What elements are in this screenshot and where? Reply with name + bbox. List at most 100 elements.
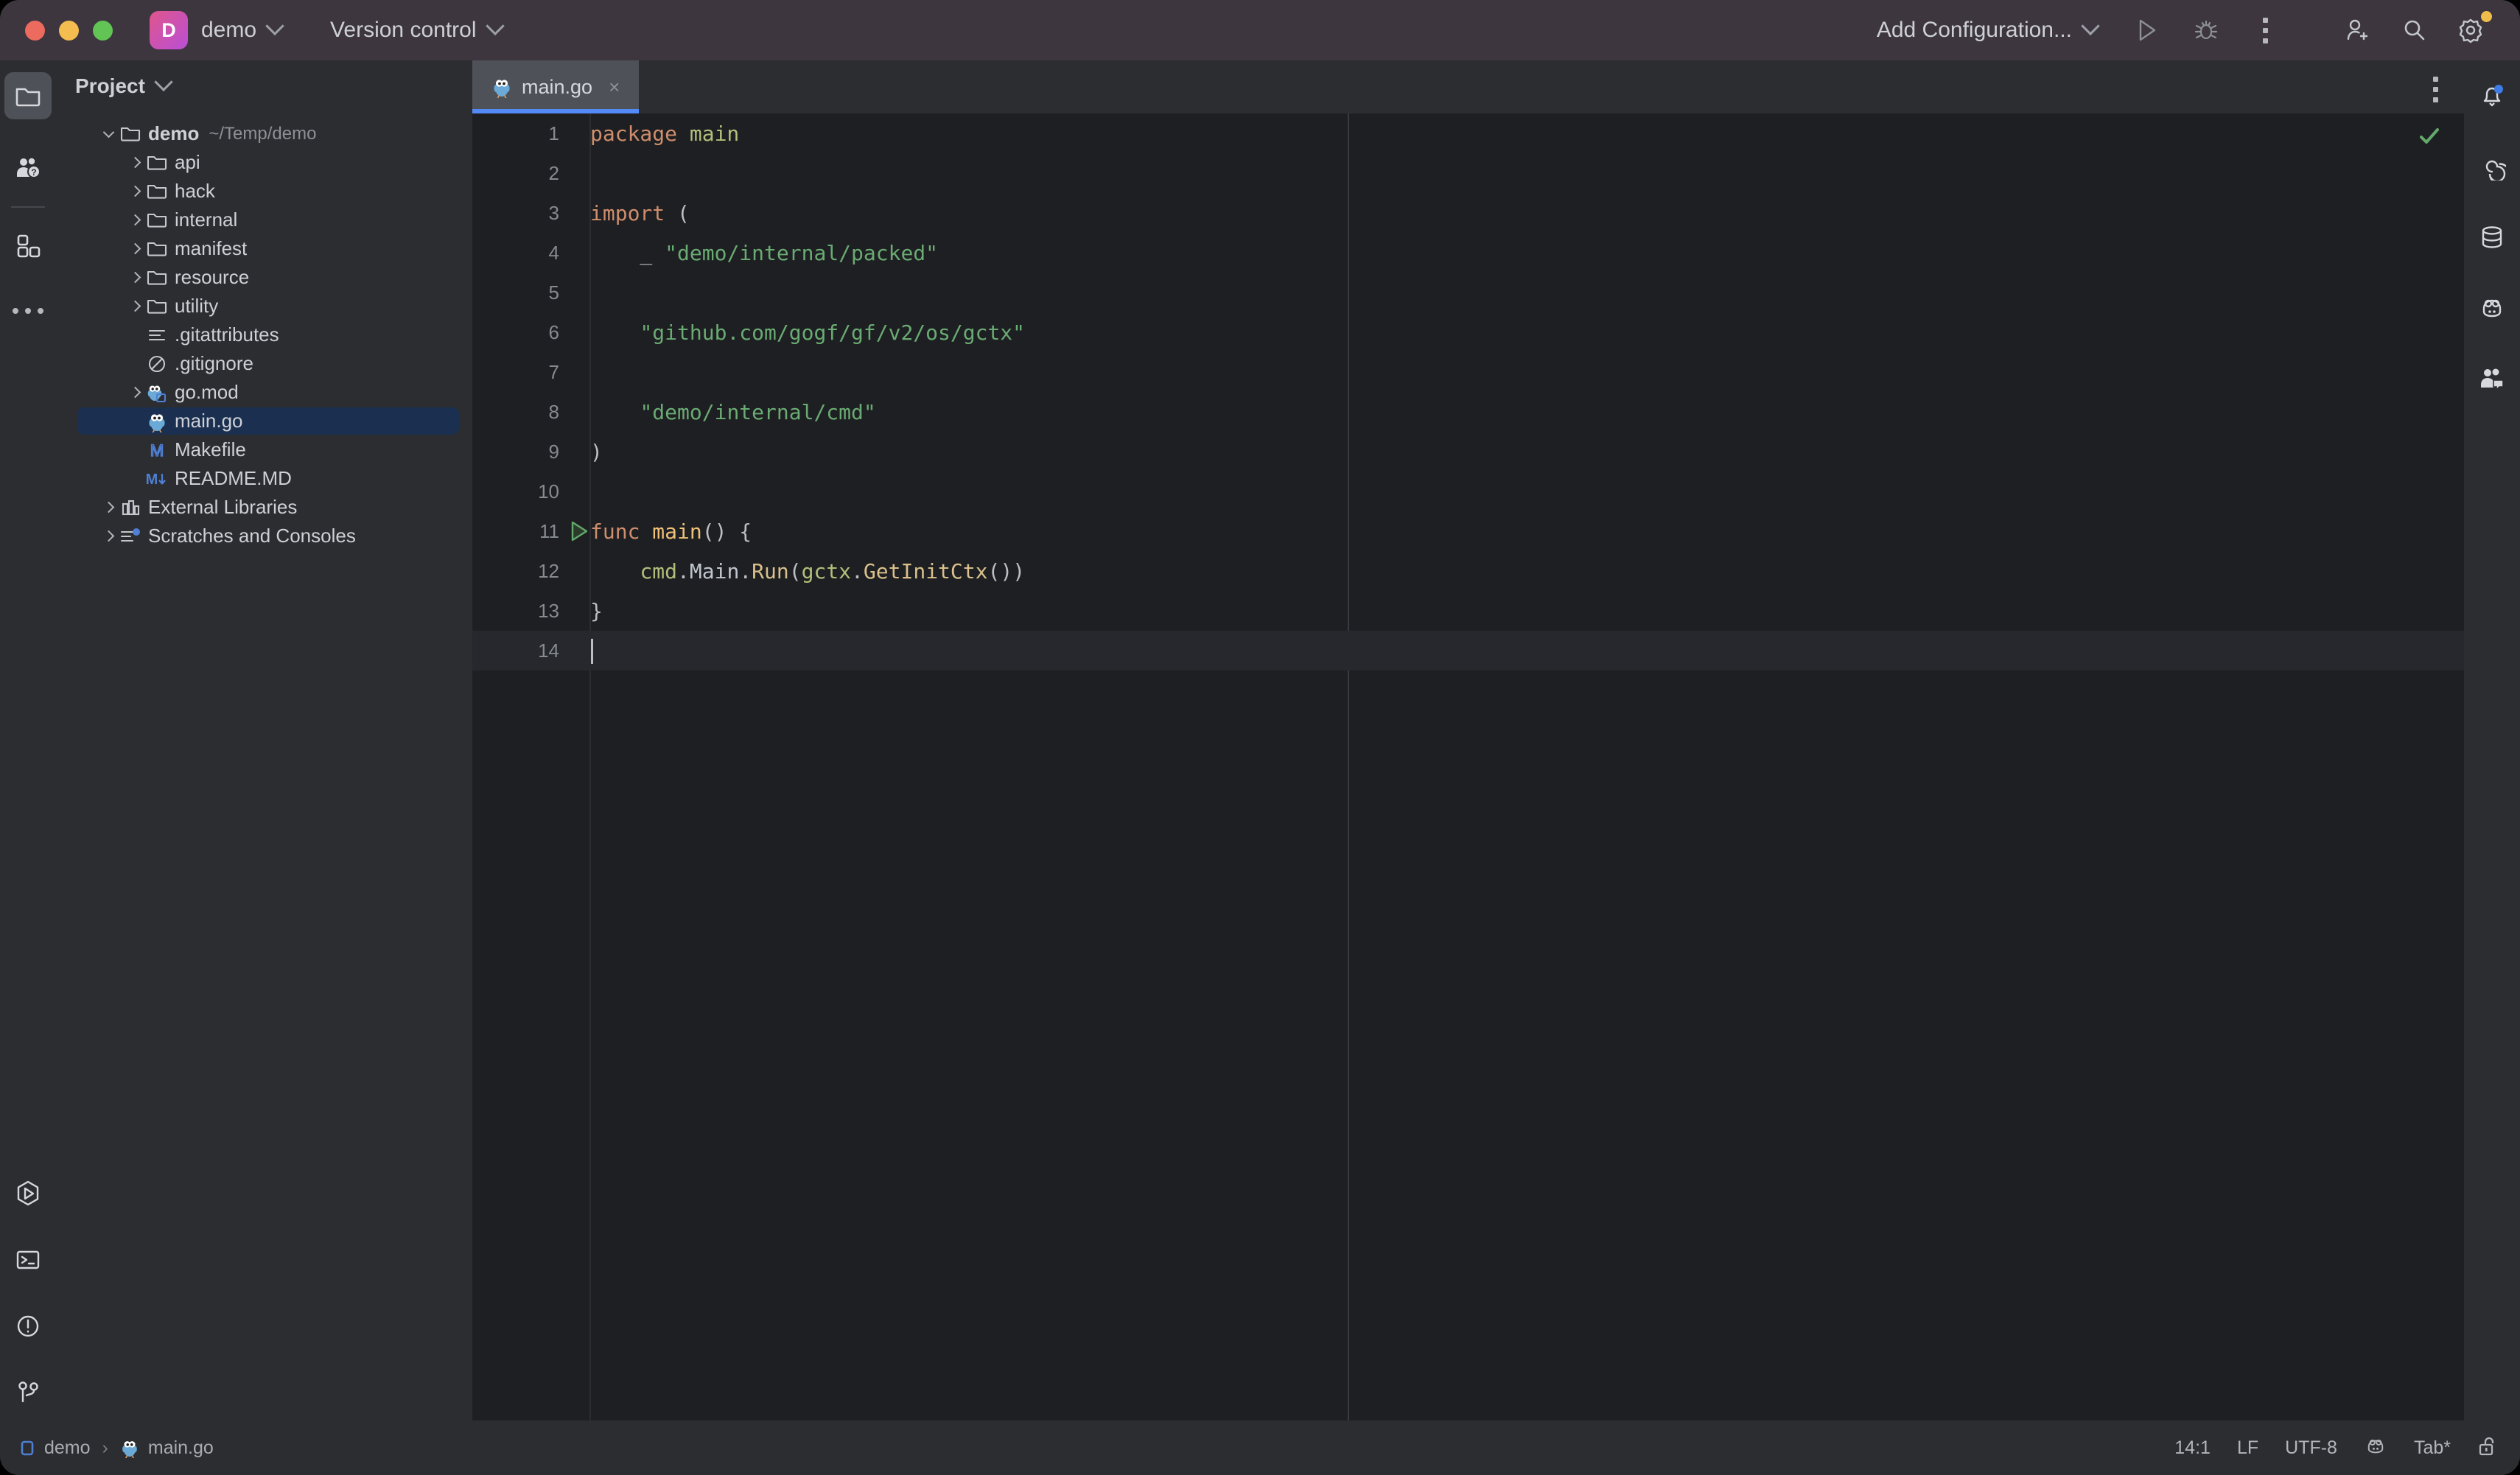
tree-node-resource[interactable]: resource [56, 263, 472, 292]
code-line[interactable]: 4 _ "demo/internal/packed" [472, 233, 2464, 273]
tree-node-go-mod[interactable]: go.mod [56, 378, 472, 407]
code-line[interactable]: 14 [472, 631, 2464, 670]
sidebar-item-ai-assistant[interactable]: ? [0, 140, 56, 196]
line-number: 9 [548, 440, 559, 463]
chevron-right-icon[interactable] [99, 527, 118, 546]
line-number: 1 [548, 122, 559, 144]
chevron-right-icon[interactable] [125, 211, 144, 230]
go-mod-icon [147, 385, 167, 402]
code-line[interactable]: 10 [472, 472, 2464, 511]
git-branch-icon [18, 1381, 38, 1403]
maximize-window-button[interactable] [93, 20, 113, 41]
line-number: 7 [548, 360, 559, 383]
tree-node-makefile[interactable]: M Makefile [56, 435, 472, 464]
code-line[interactable]: 7 [472, 352, 2464, 392]
project-tree[interactable]: demo ~/Temp/demo api hack internal manifest re… [56, 112, 472, 550]
gutter-run-icon[interactable] [568, 519, 590, 548]
search-everywhere-button[interactable] [2390, 7, 2437, 54]
settings-button[interactable] [2448, 7, 2495, 54]
add-account-button[interactable] [2333, 7, 2380, 54]
debug-button[interactable] [2183, 7, 2230, 54]
code-line[interactable]: 2 [472, 153, 2464, 193]
run-button[interactable] [2124, 7, 2171, 54]
chevron-down-icon [265, 16, 284, 36]
sidebar-item-version-control[interactable] [0, 1364, 56, 1420]
breadcrumb-item-0[interactable]: demo [44, 1437, 91, 1459]
sidebar-item-more[interactable] [0, 283, 56, 339]
tree-node-readme-md[interactable]: M README.MD [56, 464, 472, 493]
caret-position[interactable]: 14:1 [2174, 1437, 2211, 1459]
code-editor[interactable]: 1 package main 2 3 import (4 _ "demo/interna… [472, 113, 2464, 1420]
code-lines[interactable]: 1 package main 2 3 import (4 _ "demo/interna… [472, 113, 2464, 1420]
tree-node-external-libraries[interactable]: External Libraries [56, 493, 472, 522]
code-line[interactable]: 1 package main [472, 113, 2464, 153]
tree-node-scratches-and-consoles[interactable]: Scratches and Consoles [56, 522, 472, 550]
svg-text:M: M [146, 472, 158, 488]
chevron-down-icon[interactable] [99, 125, 118, 144]
sidebar-item-problems[interactable] [0, 1298, 56, 1354]
tab-main-go[interactable]: main.go × [472, 60, 640, 113]
breadcrumb-item-1[interactable]: main.go [148, 1437, 214, 1459]
code-line[interactable]: 8 "demo/internal/cmd" [472, 392, 2464, 432]
tree-node-icon: M [144, 439, 169, 461]
code-line[interactable]: 12 cmd.Main.Run(gctx.GetInitCtx()) [472, 551, 2464, 591]
folder-icon [15, 88, 41, 107]
sidebar-item-project[interactable] [0, 68, 56, 124]
more-vertical-icon [2262, 17, 2268, 43]
tree-node-label: go.mod [175, 381, 239, 403]
editor-tab-options-button[interactable] [2433, 77, 2438, 102]
sidebar-item-code-with-me[interactable] [2464, 351, 2520, 407]
sidebar-item-database[interactable] [2464, 209, 2520, 265]
sidebar-item-ai-chat[interactable] [2464, 139, 2520, 195]
breadcrumb[interactable]: demo › main.go [19, 1437, 214, 1459]
tree-node--gitattributes[interactable]: .gitattributes [56, 320, 472, 349]
minimize-window-button[interactable] [59, 20, 79, 41]
chevron-right-icon[interactable] [125, 297, 144, 316]
tree-node-demo[interactable]: demo ~/Temp/demo [56, 119, 472, 148]
tree-node-internal[interactable]: internal [56, 206, 472, 234]
sidebar-item-notifications[interactable] [2464, 68, 2520, 124]
run-configuration-selector[interactable]: Add Configuration... [1863, 16, 2100, 43]
sidebar-item-terminal[interactable] [0, 1232, 56, 1288]
line-separator[interactable]: LF [2237, 1437, 2258, 1459]
go-sdk-widget[interactable] [2364, 1435, 2387, 1461]
tab-close-button[interactable]: × [609, 77, 620, 97]
more-actions-button[interactable] [2241, 7, 2289, 54]
tree-node-icon [144, 353, 169, 375]
tree-node--gitignore[interactable]: .gitignore [56, 349, 472, 378]
sidebar-item-go[interactable] [2464, 280, 2520, 336]
indent-setting[interactable]: Tab* [2414, 1437, 2451, 1459]
project-panel-header[interactable]: Project [56, 60, 472, 112]
tree-node-hack[interactable]: hack [56, 177, 472, 206]
sidebar-item-plugins[interactable] [0, 218, 56, 274]
project-badge[interactable]: D [150, 11, 188, 49]
chevron-right-icon[interactable] [125, 383, 144, 402]
gopher-icon [2367, 1439, 2384, 1453]
tree-node-main-go[interactable]: main.go [56, 407, 472, 435]
close-window-button[interactable] [25, 20, 45, 41]
code-line[interactable]: 5 [472, 273, 2464, 312]
window-controls[interactable] [25, 20, 113, 41]
chevron-right-icon[interactable] [125, 182, 144, 201]
chevron-right-icon[interactable] [99, 498, 118, 517]
sidebar-item-run[interactable] [0, 1166, 56, 1222]
line-number: 5 [548, 281, 559, 304]
chevron-right-icon[interactable] [125, 268, 144, 287]
chevron-right-icon[interactable] [125, 153, 144, 172]
tree-node-api[interactable]: api [56, 148, 472, 177]
version-control-widget[interactable]: Version control [317, 16, 505, 43]
people-chat-icon [2481, 368, 2504, 391]
read-only-toggle[interactable] [2477, 1435, 2498, 1461]
code-line[interactable]: 3 import ( [472, 193, 2464, 233]
project-selector[interactable]: demo [188, 16, 284, 43]
tree-node-manifest[interactable]: manifest [56, 234, 472, 263]
code-line[interactable]: 13} [472, 591, 2464, 631]
line-number: 10 [538, 480, 559, 502]
tree-node-utility[interactable]: utility [56, 292, 472, 320]
chevron-right-icon[interactable] [125, 239, 144, 259]
file-encoding[interactable]: UTF-8 [2285, 1437, 2337, 1459]
code-line[interactable]: 6 "github.com/gogf/gf/v2/os/gctx" [472, 312, 2464, 352]
code-line[interactable]: 11 func main() { [472, 511, 2464, 551]
line-number: 12 [538, 559, 559, 582]
code-line[interactable]: 9) [472, 432, 2464, 472]
